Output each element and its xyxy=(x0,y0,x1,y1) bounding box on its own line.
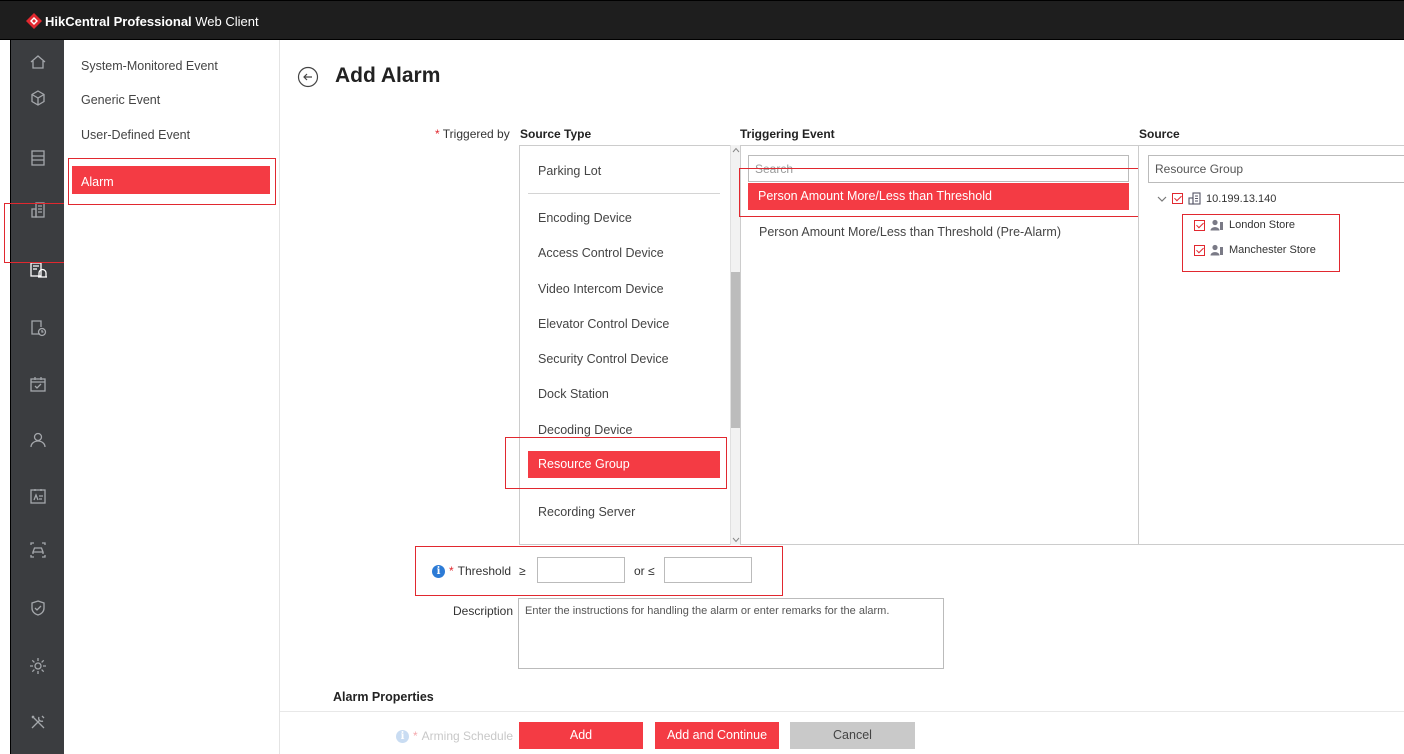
home-icon[interactable] xyxy=(11,42,65,82)
source-type-item[interactable]: Decoding Device xyxy=(538,423,633,437)
shield-icon[interactable] xyxy=(11,588,65,628)
stores-highlight-box xyxy=(1182,214,1340,272)
source-type-item[interactable]: Dock Station xyxy=(538,387,609,401)
resource-group-highlight-box xyxy=(505,437,727,489)
server-icon[interactable] xyxy=(11,138,65,178)
source-tree-panel xyxy=(1138,145,1404,545)
tree-root-label: 10.199.13.140 xyxy=(1206,192,1277,205)
person-icon[interactable] xyxy=(11,420,65,460)
event-highlight-box xyxy=(739,168,1139,217)
description-label: Description xyxy=(453,604,514,618)
subnav-item-system-monitored-event[interactable]: System-Monitored Event xyxy=(81,59,218,73)
id-card-icon[interactable] xyxy=(11,476,65,516)
source-header: Source xyxy=(1139,127,1180,141)
title-bar: HikCentral Professional Web Client xyxy=(0,0,1404,40)
source-type-item[interactable]: Security Control Device xyxy=(538,352,669,366)
subnav-item-user-defined-event[interactable]: User-Defined Event xyxy=(81,128,190,142)
alarm-properties-header: Alarm Properties xyxy=(333,690,434,704)
icon-rail xyxy=(10,40,64,754)
triggered-by-label: * Triggered by xyxy=(435,127,510,141)
tools-icon[interactable] xyxy=(11,702,65,742)
threshold-highlight-box xyxy=(415,546,783,596)
building-icon xyxy=(1188,192,1201,205)
cancel-button[interactable]: Cancel xyxy=(790,722,915,749)
subnav-item-generic-event[interactable]: Generic Event xyxy=(81,93,160,107)
source-type-scroll-thumb[interactable] xyxy=(731,272,740,428)
page-title: Add Alarm xyxy=(335,64,441,87)
description-textarea[interactable]: Enter the instructions for handling the … xyxy=(518,598,944,669)
source-type-item[interactable]: Encoding Device xyxy=(538,211,632,225)
add-and-continue-button[interactable]: Add and Continue xyxy=(655,722,779,749)
cube-icon[interactable] xyxy=(11,78,65,118)
source-filter-select[interactable]: Resource Group xyxy=(1148,155,1404,183)
arming-schedule-label: i * Arming Schedule xyxy=(396,729,513,743)
add-button[interactable]: Add xyxy=(519,722,643,749)
active-module-highlight xyxy=(4,203,67,263)
chevron-down-icon[interactable] xyxy=(1157,194,1167,204)
info-icon[interactable]: i xyxy=(396,729,409,743)
event-item[interactable]: Person Amount More/Less than Threshold (… xyxy=(759,225,1061,239)
tree-root-checkbox[interactable] xyxy=(1172,193,1183,204)
app-title: HikCentral Professional Web Client xyxy=(45,14,259,29)
alarm-highlight-box xyxy=(68,158,276,205)
source-type-item[interactable]: Recording Server xyxy=(538,505,635,519)
back-arrow-icon[interactable] xyxy=(297,66,319,88)
triggering-event-header: Triggering Event xyxy=(740,127,835,141)
source-type-divider xyxy=(528,193,720,194)
source-type-item[interactable]: Video Intercom Device xyxy=(538,282,664,296)
calendar-icon[interactable] xyxy=(11,364,65,404)
source-type-item[interactable]: Elevator Control Device xyxy=(538,317,669,331)
scroll-up-icon[interactable] xyxy=(732,147,740,153)
action-bar-divider xyxy=(280,711,1404,712)
report-icon[interactable] xyxy=(11,308,65,348)
source-type-item[interactable]: Access Control Device xyxy=(538,246,664,260)
tree-root[interactable]: 10.199.13.140 xyxy=(1157,192,1276,205)
source-type-item[interactable]: Parking Lot xyxy=(538,164,601,178)
source-type-header: Source Type xyxy=(520,127,592,141)
event-subnav xyxy=(64,40,280,754)
settings-icon[interactable] xyxy=(11,646,65,686)
vehicle-icon[interactable] xyxy=(11,530,65,570)
scroll-down-icon[interactable] xyxy=(732,537,740,543)
hikcentral-logo-icon xyxy=(26,13,42,29)
